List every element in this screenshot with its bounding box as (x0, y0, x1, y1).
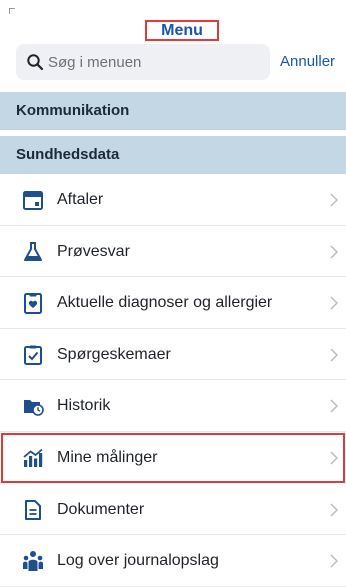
menu-item-aftaler[interactable]: Aftaler (0, 174, 346, 226)
users-log-icon (23, 551, 43, 572)
menu-item-diagnoser[interactable]: Aktuelle diagnoser og allergier (0, 277, 346, 329)
document-icon (25, 499, 41, 520)
chevron-right-icon (330, 245, 338, 259)
menu-item-provesvar[interactable]: Prøvesvar (0, 226, 346, 278)
history-folder-icon (24, 400, 44, 417)
chevron-right-icon (330, 503, 338, 517)
flask-icon (24, 241, 42, 261)
menu-item-label: Prøvesvar (57, 242, 130, 260)
menu-item-label: Historik (57, 397, 111, 415)
menu-item-historik[interactable]: Historik (0, 380, 346, 432)
header: Menu (0, 0, 346, 42)
menu-item-label: Spørgeskemaer (57, 345, 171, 363)
menu-item-log[interactable]: Log over journalopslag (0, 535, 346, 587)
search-icon (27, 54, 44, 71)
section-label: Kommunikation (16, 102, 130, 119)
menu-item-label: Dokumenter (57, 500, 145, 518)
chevron-right-icon (330, 296, 338, 310)
section-sundhedsdata[interactable]: Sundhedsdata (0, 136, 346, 174)
menu-item-dokumenter[interactable]: Dokumenter (0, 484, 346, 536)
menu-item-mine-malinger[interactable]: Mine målinger (0, 432, 346, 484)
section-kommunikation[interactable]: Kommunikation (0, 92, 346, 130)
search-box[interactable] (16, 44, 270, 80)
section-label: Sundhedsdata (16, 146, 120, 163)
chevron-right-icon (330, 451, 338, 465)
menu-item-label: Aktuelle diagnoser og allergier (57, 294, 273, 312)
menu-item-label: Log over journalopslag (57, 552, 219, 570)
measurements-chart-icon (23, 448, 43, 467)
search-input[interactable] (48, 44, 258, 80)
diagnosis-clipboard-icon (24, 293, 42, 315)
cancel-button[interactable]: Annuller (280, 44, 335, 80)
chevron-right-icon (330, 348, 338, 362)
menu-item-label: Aftaler (57, 191, 104, 208)
chevron-right-icon (330, 399, 338, 413)
search-row: Annuller (0, 44, 346, 82)
menu-item-label: Mine målinger (57, 448, 158, 466)
page-title: Menu (145, 20, 219, 41)
checkbox-clipboard-icon (24, 345, 42, 365)
chevron-right-icon (330, 193, 338, 207)
chevron-right-icon (330, 554, 338, 568)
menu-item-sporgeskemaer[interactable]: Spørgeskemaer (0, 329, 346, 381)
calendar-icon (23, 191, 43, 210)
menu-list: Aftaler Prøvesvar Aktuelle diagnoser og … (0, 174, 346, 587)
